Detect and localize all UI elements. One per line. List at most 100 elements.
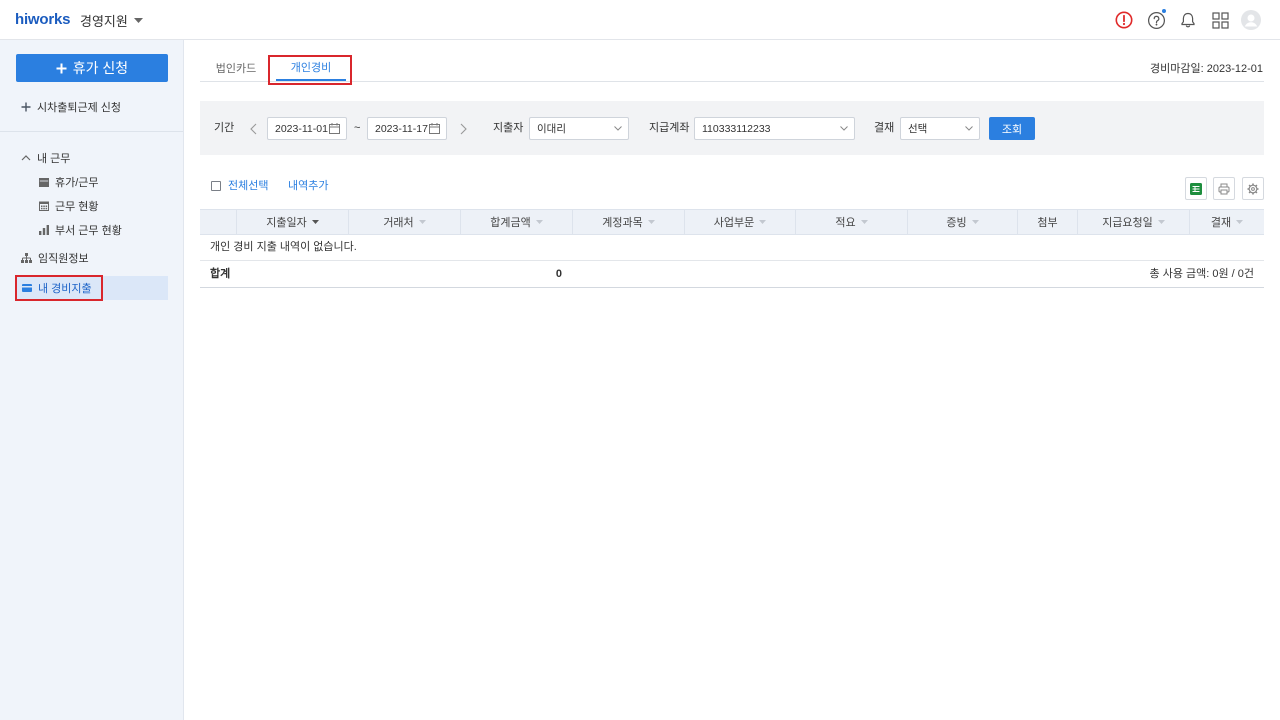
sidebar-section-label: 내 근무 bbox=[37, 153, 71, 165]
org-chart-icon bbox=[21, 253, 32, 263]
sidebar-item-dept-work-status[interactable]: 부서 근무 현황 bbox=[39, 218, 122, 242]
column-header-total-amount[interactable]: 합계금액 bbox=[461, 210, 573, 234]
sidebar-divider bbox=[0, 131, 183, 132]
sort-caret-icon bbox=[759, 220, 767, 224]
account-select[interactable]: 110333112233 bbox=[694, 117, 855, 140]
leave-request-button[interactable]: 휴가 신청 bbox=[16, 54, 168, 82]
sort-caret-icon bbox=[1236, 220, 1244, 224]
calendar-icon[interactable] bbox=[329, 123, 340, 134]
bar-chart-icon bbox=[39, 225, 49, 235]
sort-caret-icon bbox=[1157, 220, 1165, 224]
hiworks-logo[interactable]: hiworks bbox=[15, 11, 70, 29]
chevron-right-icon bbox=[460, 123, 467, 135]
add-entry-link[interactable]: 내역추가 bbox=[288, 179, 328, 193]
approval-select[interactable]: 선택 bbox=[900, 117, 980, 140]
empty-state-row: 개인 경비 지출 내역이 없습니다. bbox=[200, 235, 1264, 261]
totals-label: 합계 bbox=[210, 268, 231, 280]
select-all-checkbox[interactable] bbox=[211, 181, 221, 191]
totals-row: 합계 0 총 사용 금액: 0원 / 0건 bbox=[200, 261, 1264, 288]
card-icon bbox=[22, 284, 32, 292]
column-header-approval[interactable]: 결재 bbox=[1190, 210, 1264, 234]
avatar-icon[interactable] bbox=[1241, 10, 1261, 30]
column-label: 첨부 bbox=[1037, 217, 1058, 229]
column-label: 거래처 bbox=[383, 217, 414, 229]
leave-request-label: 휴가 신청 bbox=[72, 60, 129, 76]
totals-amount: 0 bbox=[555, 268, 562, 280]
calendar-grid-icon bbox=[39, 201, 49, 211]
apps-grid-icon[interactable] bbox=[1210, 10, 1230, 30]
column-header-payment-request-date[interactable]: 지급요청일 bbox=[1078, 210, 1190, 234]
spender-label: 지출자 bbox=[493, 122, 524, 134]
sidebar-item-leave-work[interactable]: 휴가/근무 bbox=[39, 170, 99, 194]
column-label: 지출일자 bbox=[266, 217, 307, 229]
tab-corporate-card[interactable]: 법인카드 bbox=[205, 55, 267, 81]
bell-icon[interactable] bbox=[1178, 10, 1198, 30]
sort-caret-icon bbox=[418, 220, 426, 224]
sidebar-item-work-status[interactable]: 근무 현황 bbox=[39, 194, 99, 218]
tab-personal-expense[interactable]: 개인경비 bbox=[276, 55, 346, 81]
account-value: 110333112233 bbox=[702, 122, 771, 135]
column-header-description[interactable]: 적요 bbox=[796, 210, 908, 234]
caret-down-icon bbox=[133, 17, 143, 23]
column-label: 결재 bbox=[1210, 217, 1232, 229]
sort-caret-icon bbox=[971, 220, 979, 224]
excel-download-button[interactable] bbox=[1185, 177, 1207, 200]
alert-icon[interactable] bbox=[1114, 10, 1134, 30]
sidebar: 휴가 신청 시차출퇴근제 신청 내 근무 휴가/근무 근무 현황 부서 근무 현… bbox=[0, 40, 184, 720]
column-header-evidence[interactable]: 증빙 bbox=[908, 210, 1018, 234]
start-date-value: 2023-11-01 bbox=[275, 122, 328, 135]
chevron-down-icon bbox=[840, 126, 848, 131]
filter-panel: 기간 2023-11-01 ~ 2023-11-17 지출자 이대리 지급계좌 … bbox=[200, 101, 1264, 155]
select-all-label[interactable]: 전체선택 bbox=[228, 179, 268, 193]
table-header: 지출일자 거래처 합계금액 계정과목 사업부문 적요 증빙 첨부 지급요청일 결… bbox=[200, 209, 1264, 235]
range-separator: ~ bbox=[354, 122, 361, 134]
column-header-expense-date[interactable]: 지출일자 bbox=[237, 210, 349, 234]
sidebar-item-employee-info[interactable]: 임직원정보 bbox=[21, 246, 89, 270]
column-label: 적요 bbox=[835, 217, 856, 229]
chevron-up-icon bbox=[21, 153, 31, 163]
approval-value: 선택 bbox=[908, 123, 928, 135]
account-label: 지급계좌 bbox=[649, 122, 690, 134]
prev-period-button[interactable] bbox=[248, 122, 258, 135]
calendar-icon[interactable] bbox=[429, 123, 440, 134]
column-label: 계정과목 bbox=[602, 217, 643, 229]
app-name: 경영지원 bbox=[80, 13, 128, 29]
end-date-input[interactable]: 2023-11-17 bbox=[367, 117, 447, 140]
tab-bar-divider bbox=[200, 81, 1264, 82]
spender-select[interactable]: 이대리 bbox=[529, 117, 629, 140]
sidebar-item-label: 부서 근무 현황 bbox=[55, 225, 122, 237]
column-header-attachment: 첨부 bbox=[1018, 210, 1078, 234]
start-date-input[interactable]: 2023-11-01 bbox=[267, 117, 347, 140]
chevron-left-icon bbox=[249, 123, 257, 135]
app-switcher[interactable]: 경영지원 bbox=[80, 11, 143, 29]
column-label: 지급요청일 bbox=[1102, 217, 1153, 229]
flex-time-request-link[interactable]: 시차출퇴근제 신청 bbox=[21, 95, 121, 119]
column-label: 사업부문 bbox=[713, 217, 755, 229]
spender-value: 이대리 bbox=[537, 123, 566, 135]
print-button[interactable] bbox=[1213, 177, 1235, 200]
print-icon bbox=[1218, 183, 1230, 195]
next-period-button[interactable] bbox=[458, 122, 468, 135]
flex-time-request-label: 시차출퇴근제 신청 bbox=[37, 102, 122, 114]
calendar-icon bbox=[39, 177, 49, 187]
column-header-account-item[interactable]: 계정과목 bbox=[573, 210, 685, 234]
sidebar-item-label: 내 경비지출 bbox=[38, 283, 92, 295]
sort-desc-icon bbox=[311, 220, 319, 224]
sidebar-item-label: 임직원정보 bbox=[38, 253, 89, 265]
search-button[interactable]: 조회 bbox=[989, 117, 1035, 140]
settings-icon bbox=[1247, 183, 1259, 195]
column-header-business-unit[interactable]: 사업부문 bbox=[685, 210, 796, 234]
sort-caret-icon bbox=[535, 220, 543, 224]
sort-caret-icon bbox=[860, 220, 868, 224]
end-date-value: 2023-11-17 bbox=[375, 122, 428, 135]
sidebar-item-my-expenses[interactable]: 내 경비지출 bbox=[16, 276, 168, 300]
plus-icon bbox=[21, 102, 31, 112]
column-label: 증빙 bbox=[946, 217, 967, 229]
column-label: 합계금액 bbox=[490, 217, 531, 229]
sidebar-section-my-work[interactable]: 내 근무 bbox=[21, 146, 70, 170]
notification-dot bbox=[1161, 8, 1167, 14]
header-checkbox-cell bbox=[200, 210, 237, 234]
settings-button[interactable] bbox=[1242, 177, 1264, 200]
empty-state-message: 개인 경비 지출 내역이 없습니다. bbox=[210, 241, 357, 253]
column-header-vendor[interactable]: 거래처 bbox=[349, 210, 461, 234]
